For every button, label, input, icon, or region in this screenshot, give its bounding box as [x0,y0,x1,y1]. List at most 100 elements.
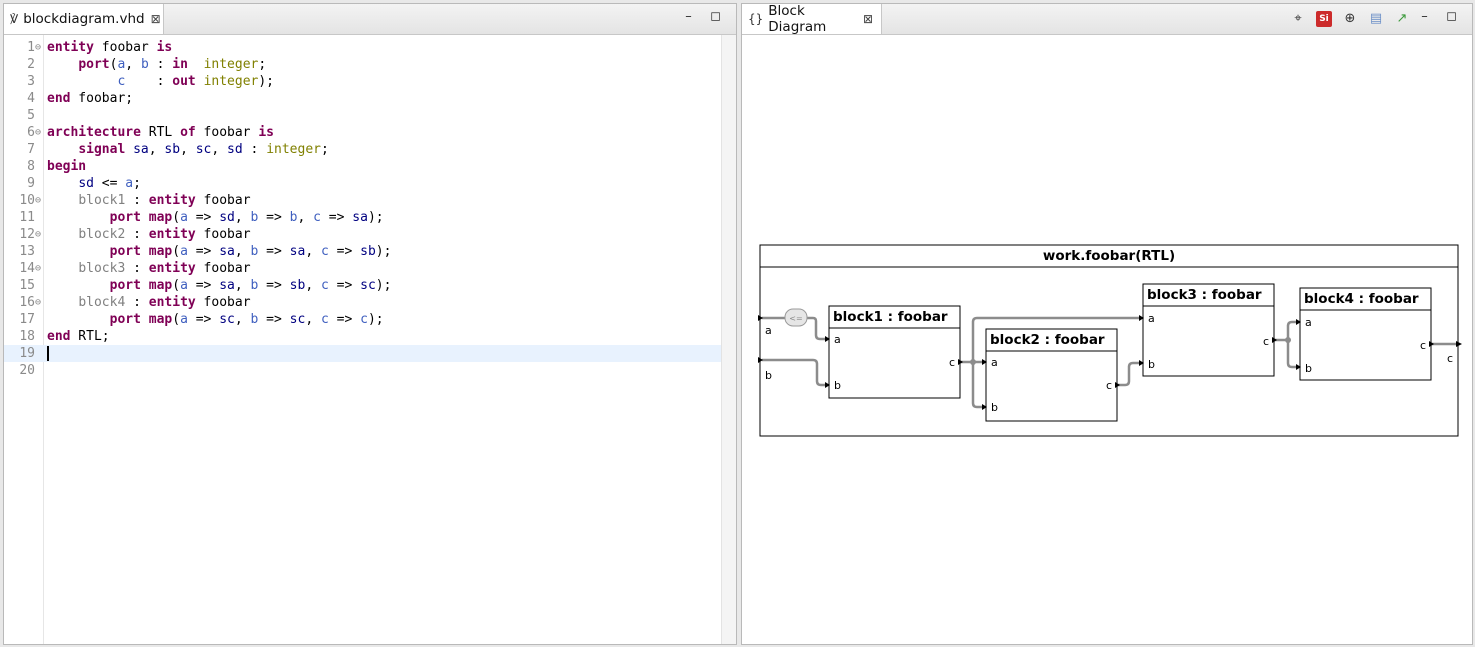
close-icon[interactable]: ⊠ [863,12,873,26]
maximize-icon[interactable]: ◻ [1445,10,1458,23]
line-number: 3 [27,74,35,89]
code-token: out [172,74,196,89]
code-token: sd [219,210,235,225]
block3-port-c: c [1263,335,1269,348]
code-token: , [297,210,314,225]
code-token: => [258,244,290,259]
fold-icon[interactable]: ⊖ [35,192,44,209]
code-line[interactable]: 19 [4,345,722,362]
code-token: sc [219,312,235,327]
diagram-tab[interactable]: {} Block Diagram ⊠ [742,3,882,35]
block3[interactable]: block3 : foobar a b c [1139,283,1277,377]
code-line[interactable]: 2 port(a, b : in integer; [4,56,722,73]
fold-icon[interactable]: ⊖ [35,294,44,311]
code-line[interactable]: 15 port map(a => sa, b => sb, c => sc); [4,277,722,294]
fold-icon[interactable]: ⊖ [35,260,44,277]
block3-title: block3 : foobar [1147,287,1262,303]
code-line[interactable]: 9 sd <= a; [4,175,722,192]
code-token: sb [360,244,376,259]
entity-port-b: b [765,369,772,382]
minimize-icon[interactable]: – [1418,10,1431,23]
block1[interactable]: block1 : foobar a b c [825,305,963,399]
code-line[interactable]: 7 signal sa, sb, sc, sd : integer; [4,141,722,158]
fold-icon[interactable]: ⊖ [35,226,44,243]
block4-title: block4 : foobar [1304,291,1419,307]
code-text: signal sa, sb, sc, sd : integer; [47,141,329,158]
line-number: 14 [19,261,35,276]
minimize-icon[interactable]: – [682,10,695,23]
code-line[interactable]: 1 ⊖ entity foobar is [4,39,722,56]
code-area[interactable]: 1 ⊖ entity foobar is 2 port(a, b : in integ… [4,35,722,644]
editor-tab[interactable]: ℣ blockdiagram.vhd ⊠ [4,4,164,34]
code-token: port map [109,312,173,327]
code-token: block2 [78,227,126,242]
diagram-pane: {} Block Diagram ⊠ ⌖ Si ⊕ ▤ ↗ – ◻ work.f… [741,3,1473,645]
code-token: => [258,312,290,327]
line-number: 4 [27,91,35,106]
code-text: entity foobar is [47,39,172,56]
code-line[interactable]: 14 ⊖ block3 : entity foobar [4,260,722,277]
fit-icon[interactable]: ⌖ [1290,11,1306,27]
sirius-icon[interactable]: Si [1316,11,1332,27]
close-icon[interactable]: ⊠ [151,12,161,26]
code-token: => [187,244,220,259]
block4[interactable]: block4 : foobar a b c [1296,287,1434,381]
code-line[interactable]: 11 port map(a => sd, b => b, c => sa); [4,209,722,226]
code-token: => [258,278,290,293]
line-number: 17 [19,312,35,327]
code-token: a [180,312,188,327]
code-line[interactable]: 3 c : out integer); [4,73,722,90]
code-token: , [180,142,196,157]
code-line[interactable]: 10 ⊖ block1 : entity foobar [4,192,722,209]
code-line[interactable]: 13 port map(a => sa, b => sa, c => sb); [4,243,722,260]
block2[interactable]: block2 : foobar a b c [982,328,1120,422]
code-token: , [234,312,251,327]
block-diagram-icon: {} [748,12,764,26]
code-line[interactable]: 8 begin [4,158,722,175]
code-line[interactable]: 5 [4,107,722,124]
fold-icon[interactable]: ⊖ [35,39,44,56]
fold-icon[interactable]: ⊖ [35,124,44,141]
code-line[interactable]: 6 ⊖ architecture RTL of foobar is [4,124,722,141]
code-line[interactable]: 18 end RTL; [4,328,722,345]
code-token: , [234,244,251,259]
code-token: c [313,210,321,225]
editor-scrollbar[interactable] [721,35,736,644]
code-token: : [125,74,173,89]
code-token: sa [289,244,306,259]
code-token: architecture [47,125,141,140]
code-token: integer [203,57,259,72]
block4-port-a: a [1305,316,1312,329]
block-diagram-canvas[interactable]: work.foobar(RTL) <= a b c block1: fooba… [742,35,1472,645]
maximize-icon[interactable]: ◻ [709,10,722,23]
code-line[interactable]: 20 [4,362,722,379]
code-token: sc [289,312,306,327]
code-line[interactable]: 16 ⊖ block4 : entity foobar [4,294,722,311]
code-line[interactable]: 4 end foobar; [4,90,722,107]
code-token: , [211,142,228,157]
code-token: a [125,176,134,191]
code-line[interactable]: 17 port map(a => sc, b => sc, c => c); [4,311,722,328]
line-number: 10 [19,193,35,208]
code-token: of [180,125,196,140]
code-token: c [360,312,368,327]
line-number: 20 [19,363,35,378]
code-token: sa [133,142,149,157]
code-token: => [328,278,361,293]
line-number: 13 [19,244,35,259]
save-icon[interactable]: ▤ [1368,11,1384,27]
zoom-icon[interactable]: ⊕ [1342,11,1358,27]
export-icon[interactable]: ↗ [1394,11,1410,27]
line-number: 9 [27,176,35,191]
code-token: block1 [78,193,126,208]
code-line[interactable]: 12 ⊖ block2 : entity foobar [4,226,722,243]
code-token: : [148,57,173,72]
text-cursor [47,346,49,361]
